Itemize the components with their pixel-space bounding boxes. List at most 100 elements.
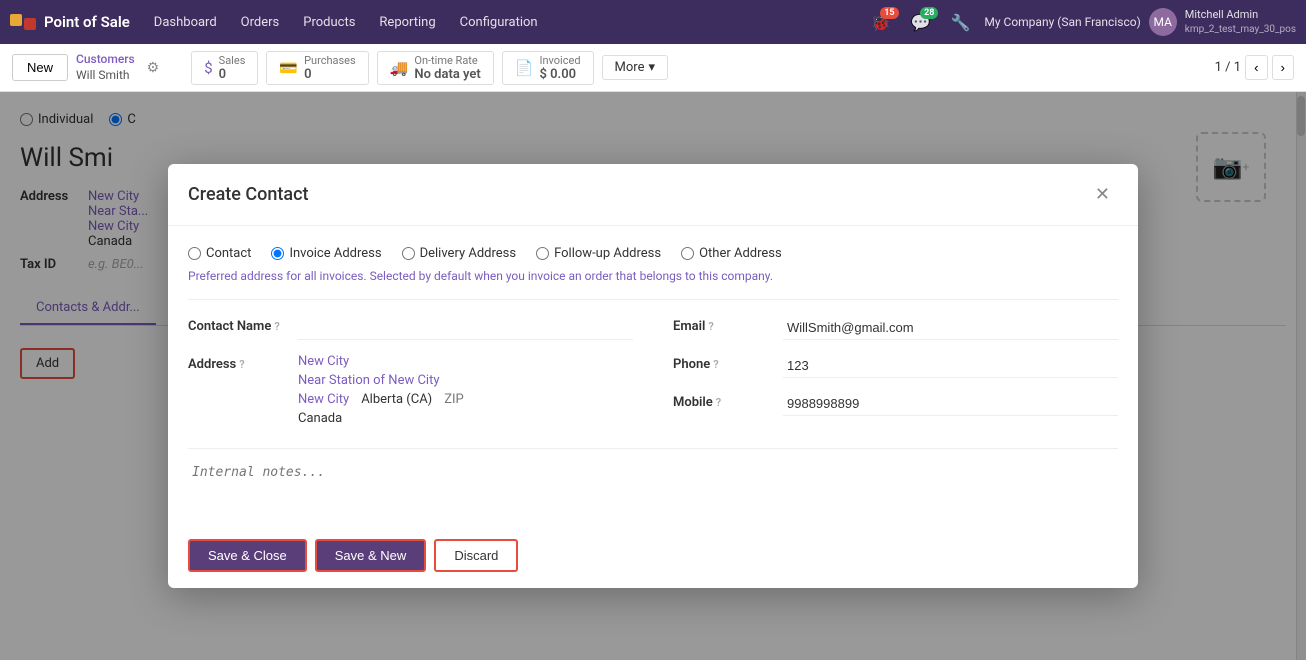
purchases-value: 0 <box>304 67 356 82</box>
address-field-label-text: Address <box>188 357 236 372</box>
bug-badge: 15 <box>880 7 898 19</box>
brand[interactable]: Point of Sale <box>10 13 130 31</box>
sales-info: Sales 0 <box>219 54 246 82</box>
phone-help-icon[interactable]: ? <box>713 358 718 371</box>
action-bar: New Customers Will Smith ⚙ $ Sales 0 💳 P… <box>0 44 1306 92</box>
company-info[interactable]: My Company (San Francisco) <box>984 15 1140 29</box>
save-new-button[interactable]: Save & New <box>315 539 427 572</box>
stat-invoiced[interactable]: 📄 Invoiced $ 0.00 <box>502 51 594 85</box>
sales-value: 0 <box>219 67 246 82</box>
purchases-label: Purchases <box>304 54 356 67</box>
user-info: Mitchell Admin kmp_2_test_may_30_pos <box>1185 8 1296 35</box>
invoiced-icon: 📄 <box>515 59 534 77</box>
email-label-text: Email <box>673 319 705 334</box>
msg-badge: 28 <box>920 7 938 19</box>
modal-form-grid: Contact Name ? Address ? New City Near S… <box>188 316 1118 440</box>
brand-sq2 <box>24 18 36 30</box>
phone-input[interactable] <box>783 354 1118 378</box>
nav-orders[interactable]: Orders <box>231 11 290 34</box>
addr-hint: Preferred address for all invoices. Sele… <box>188 269 1118 283</box>
addr-state[interactable]: Alberta (CA) <box>361 392 432 407</box>
addr-line2[interactable]: Near Station of New City <box>298 373 633 388</box>
address-help-icon[interactable]: ? <box>239 358 244 371</box>
addr-city-row: New City Alberta (CA) ZIP <box>298 392 633 407</box>
modal-close-button[interactable]: ✕ <box>1087 180 1118 209</box>
invoice-label: Invoice Address <box>289 246 381 261</box>
nav-reporting[interactable]: Reporting <box>369 11 445 34</box>
breadcrumb: Customers Will Smith <box>76 52 135 83</box>
form-left-col: Contact Name ? Address ? New City Near S… <box>188 316 633 440</box>
main-content: Individual C Will Smi Address New City N… <box>0 92 1306 660</box>
contact-name-label: Contact Name ? <box>188 316 298 334</box>
modal-header: Create Contact ✕ <box>168 164 1138 226</box>
addr-country[interactable]: Canada <box>298 411 633 426</box>
email-help-icon[interactable]: ? <box>708 320 713 333</box>
page-next-button[interactable]: › <box>1272 55 1294 80</box>
addr-zip[interactable]: ZIP <box>444 392 464 407</box>
ontime-icon: 🚚 <box>390 59 409 77</box>
save-close-button[interactable]: Save & Close <box>188 539 307 572</box>
addr-type-other[interactable]: Other Address <box>681 246 782 261</box>
addr-line1[interactable]: New City <box>298 354 633 369</box>
navbar: Point of Sale Dashboard Orders Products … <box>0 0 1306 44</box>
stat-ontime[interactable]: 🚚 On-time Rate No data yet <box>377 51 494 85</box>
invoice-radio[interactable] <box>271 247 284 260</box>
phone-field: Phone ? <box>673 354 1118 378</box>
invoiced-value: $ 0.00 <box>539 67 580 82</box>
contact-name-input[interactable] <box>298 316 633 340</box>
addr-type-followup[interactable]: Follow-up Address <box>536 246 661 261</box>
brand-icon <box>10 14 36 30</box>
addr-type-delivery[interactable]: Delivery Address <box>402 246 517 261</box>
notes-input[interactable] <box>188 461 1118 499</box>
more-button[interactable]: More ▾ <box>602 55 668 80</box>
nav-configuration[interactable]: Configuration <box>450 11 548 34</box>
brand-sq1 <box>10 14 22 26</box>
addr-type-invoice[interactable]: Invoice Address <box>271 246 381 261</box>
user-name: Mitchell Admin <box>1185 8 1296 22</box>
user-db: kmp_2_test_may_30_pos <box>1185 23 1296 36</box>
settings-icon[interactable]: ⚙ <box>147 60 160 76</box>
discard-button[interactable]: Discard <box>434 539 518 572</box>
invoiced-label: Invoiced <box>539 54 580 67</box>
ontime-info: On-time Rate No data yet <box>414 54 480 82</box>
new-button[interactable]: New <box>12 54 68 81</box>
mobile-label-text: Mobile <box>673 395 713 410</box>
modal-body: Contact Invoice Address Delivery Address… <box>168 226 1138 523</box>
create-contact-modal: Create Contact ✕ Contact Invoice Address… <box>168 164 1138 588</box>
navbar-right: 🐞15 💬28 🔧 My Company (San Francisco) MA … <box>865 8 1296 36</box>
tools-icon[interactable]: 🔧 <box>944 11 976 34</box>
email-input[interactable] <box>783 316 1118 340</box>
company-label: My Company (San Francisco) <box>984 15 1140 29</box>
modal-divider <box>188 299 1118 300</box>
bug-icon[interactable]: 🐞15 <box>865 11 897 34</box>
delivery-radio[interactable] <box>402 247 415 260</box>
other-radio[interactable] <box>681 247 694 260</box>
stat-sales[interactable]: $ Sales 0 <box>191 51 258 85</box>
addr-city[interactable]: New City <box>298 392 349 407</box>
breadcrumb-sub: Will Smith <box>76 68 135 84</box>
user-avatar[interactable]: MA <box>1149 8 1177 36</box>
contact-name-help-icon[interactable]: ? <box>274 320 279 333</box>
mobile-help-icon[interactable]: ? <box>716 396 721 409</box>
modal-title: Create Contact <box>188 184 308 205</box>
messages-icon[interactable]: 💬28 <box>905 11 937 34</box>
contact-radio[interactable] <box>188 247 201 260</box>
modal-footer: Save & Close Save & New Discard <box>168 523 1138 588</box>
mobile-field: Mobile ? <box>673 392 1118 416</box>
mobile-input[interactable] <box>783 392 1118 416</box>
addr-type-contact[interactable]: Contact <box>188 246 251 261</box>
purchases-info: Purchases 0 <box>304 54 356 82</box>
followup-radio[interactable] <box>536 247 549 260</box>
nav-products[interactable]: Products <box>293 11 365 34</box>
contact-label: Contact <box>206 246 251 261</box>
ontime-label: On-time Rate <box>414 54 480 67</box>
followup-label: Follow-up Address <box>554 246 661 261</box>
stat-purchases[interactable]: 💳 Purchases 0 <box>266 51 368 85</box>
breadcrumb-top[interactable]: Customers <box>76 52 135 68</box>
nav-dashboard[interactable]: Dashboard <box>144 11 227 34</box>
purchases-icon: 💳 <box>279 59 298 77</box>
address-field-label: Address ? <box>188 354 298 372</box>
phone-label-text: Phone <box>673 357 710 372</box>
page-prev-button[interactable]: ‹ <box>1245 55 1267 80</box>
brand-label: Point of Sale <box>44 13 130 31</box>
